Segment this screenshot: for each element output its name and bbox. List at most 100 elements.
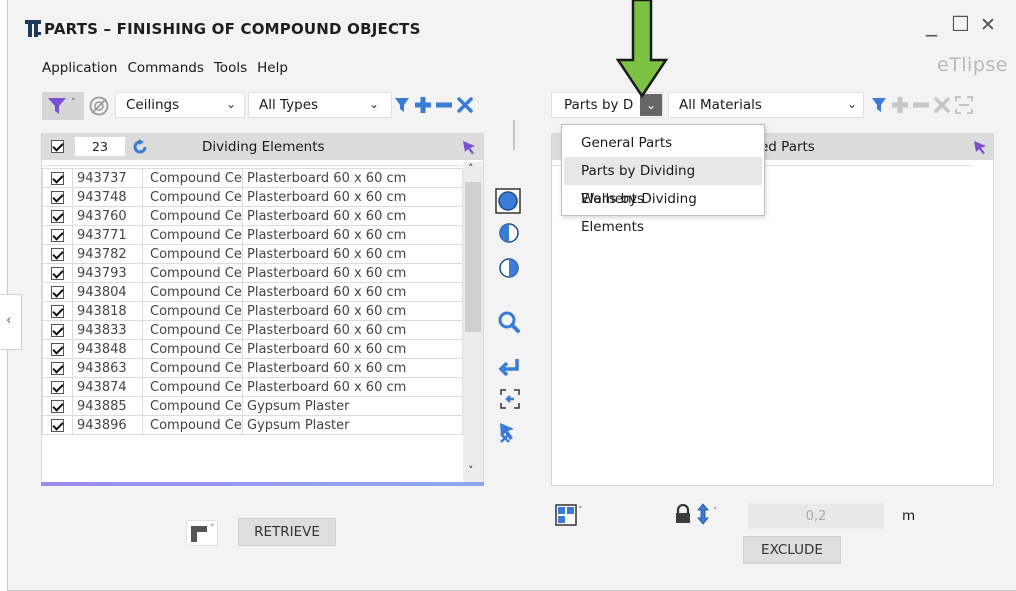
menu-tools[interactable]: Tools: [214, 60, 247, 76]
panel-header: 23 Dividing Elements: [42, 134, 483, 160]
row-checkbox-cell[interactable]: [42, 358, 73, 378]
filter-icon[interactable]: [394, 96, 410, 114]
row-material: Plasterboard 60 x 60 cm: [242, 168, 463, 188]
fit-selection-icon[interactable]: [499, 388, 521, 410]
row-checkbox-cell[interactable]: [42, 377, 73, 397]
select-pointer-icon[interactable]: [461, 139, 477, 155]
clear-icon[interactable]: [456, 96, 474, 114]
chevron-down-icon: ⌄: [225, 97, 236, 111]
add-icon[interactable]: [413, 95, 433, 115]
table-row[interactable]: 943760 Compound Cei Plasterboard 60 x 60 c…: [42, 206, 463, 226]
select-pointer-icon[interactable]: [972, 139, 988, 155]
zoom-icon[interactable]: [497, 310, 521, 334]
table-row[interactable]: 943818 Compound Cei Plasterboard 60 x 60 c…: [42, 301, 463, 321]
row-checkbox-cell[interactable]: [42, 320, 73, 340]
select-all-checkbox[interactable]: [51, 140, 64, 153]
row-checkbox-cell[interactable]: [42, 244, 73, 264]
row-checkbox-cell[interactable]: [42, 168, 73, 188]
row-checkbox[interactable]: [51, 209, 64, 223]
vertical-scrollbar[interactable]: ˄ ˅: [463, 162, 483, 483]
row-checkbox-cell[interactable]: [42, 225, 73, 245]
half-circle-right-icon[interactable]: [498, 257, 520, 279]
row-checkbox-cell[interactable]: [42, 187, 73, 207]
table-row[interactable]: 943737 Compound Cei Plasterboard 60 x 60 c…: [42, 168, 463, 188]
menu-commands[interactable]: Commands: [127, 60, 203, 76]
filter-icon[interactable]: [871, 96, 887, 114]
scroll-thumb[interactable]: [465, 182, 481, 332]
vertical-resize-icon[interactable]: [696, 502, 710, 526]
category-select[interactable]: Ceilings ⌄: [115, 92, 245, 118]
close-button[interactable]: ✕: [980, 14, 996, 36]
table-row[interactable]: 943848 Compound Cei Plasterboard 60 x 60 c…: [42, 339, 463, 359]
row-checkbox-cell[interactable]: [42, 415, 73, 435]
table-row[interactable]: 943833 Compound Cei Plasterboard 60 x 60 c…: [42, 320, 463, 340]
exclude-button[interactable]: EXCLUDE: [743, 536, 841, 564]
offset-value-field[interactable]: 0,2: [748, 503, 884, 529]
row-checkbox-cell[interactable]: [42, 282, 73, 302]
row-id: 943863: [72, 358, 143, 378]
refresh-icon[interactable]: [132, 139, 148, 155]
row-checkbox-cell[interactable]: [42, 263, 73, 283]
row-checkbox[interactable]: [51, 380, 64, 394]
enter-icon[interactable]: [498, 356, 522, 380]
row-checkbox[interactable]: [51, 304, 64, 318]
chevron-up-icon[interactable]: ˄: [713, 507, 718, 517]
option-general-parts[interactable]: General Parts: [564, 129, 762, 157]
table-row[interactable]: 943748 Compound Cei Plasterboard 60 x 60 c…: [42, 187, 463, 207]
no-filter-icon[interactable]: [88, 95, 110, 117]
grid-layout-button[interactable]: ˅: [553, 503, 585, 529]
filter-dropdown-button[interactable]: ˅: [42, 92, 84, 120]
scroll-up-icon[interactable]: ˄: [468, 162, 474, 175]
half-circle-left-icon[interactable]: [498, 222, 520, 244]
minimize-button[interactable]: _: [926, 12, 937, 37]
row-checkbox[interactable]: [51, 418, 64, 432]
menu-help[interactable]: Help: [257, 60, 288, 76]
row-id: 943885: [72, 396, 143, 416]
table-row[interactable]: 943863 Compound Cei Plasterboard 60 x 60 c…: [42, 358, 463, 378]
remove-icon[interactable]: [434, 100, 454, 110]
table-row[interactable]: 943782 Compound Cei Plasterboard 60 x 60 c…: [42, 244, 463, 264]
row-name: Compound Cei: [142, 282, 243, 302]
row-checkbox[interactable]: [51, 285, 64, 299]
grid-layout-icon: [555, 504, 577, 526]
row-checkbox[interactable]: [51, 190, 64, 204]
menu-application[interactable]: Application: [42, 60, 117, 76]
row-name: Compound Cei: [142, 206, 243, 226]
row-checkbox[interactable]: [51, 361, 64, 375]
deselect-pointer-icon[interactable]: [497, 420, 521, 444]
maximize-button[interactable]: ☐: [951, 12, 970, 36]
option-walls-by-dividing-elements[interactable]: Walls by Dividing Elements: [564, 185, 762, 235]
table-row[interactable]: 943771 Compound Cei Plasterboard 60 x 60 c…: [42, 225, 463, 245]
row-checkbox-cell[interactable]: [42, 339, 73, 359]
scroll-down-icon[interactable]: ˅: [468, 464, 474, 477]
table-row[interactable]: 943896 Compound Cei Gypsum Plaster: [42, 415, 463, 435]
table-row[interactable]: 943874 Compound Cei Plasterboard 60 x 60 c…: [42, 377, 463, 397]
table-row[interactable]: 943793 Compound Cei Plasterboard 60 x 60 c…: [42, 263, 463, 283]
row-checkbox[interactable]: [51, 399, 64, 413]
row-name: Compound Cei: [142, 301, 243, 321]
row-checkbox[interactable]: [51, 266, 64, 280]
table-row[interactable]: 943885 Compound Cei Gypsum Plaster: [42, 396, 463, 416]
material-select[interactable]: All Materials ⌄: [668, 92, 864, 118]
row-checkbox[interactable]: [51, 323, 64, 337]
row-material: Plasterboard 60 x 60 cm: [242, 320, 463, 340]
row-checkbox[interactable]: [51, 228, 64, 242]
type-select[interactable]: All Types ⌄: [248, 92, 392, 118]
select-all-circle-icon[interactable]: [495, 188, 521, 214]
row-checkbox[interactable]: [51, 171, 64, 185]
layout-select-button[interactable]: ˅: [186, 520, 218, 546]
row-checkbox[interactable]: [51, 342, 64, 356]
lock-icon[interactable]: [674, 504, 692, 524]
app-window: PARTS – FINISHING OF COMPOUND OBJECTS _ …: [1, 0, 1016, 591]
splitter-handle[interactable]: [513, 120, 515, 150]
option-parts-by-dividing-elements[interactable]: Parts by Dividing Elements: [564, 157, 762, 207]
row-checkbox-cell[interactable]: [42, 206, 73, 226]
elements-table: 943737 Compound Cei Plasterboard 60 x 60 c…: [42, 168, 463, 435]
row-checkbox-cell[interactable]: [42, 396, 73, 416]
side-collapse-tab[interactable]: ‹: [1, 294, 22, 350]
table-row[interactable]: 943804 Compound Cei Plasterboard 60 x 60 c…: [42, 282, 463, 302]
row-checkbox-cell[interactable]: [42, 301, 73, 321]
row-material: Plasterboard 60 x 60 cm: [242, 282, 463, 302]
retrieve-button[interactable]: RETRIEVE: [238, 518, 336, 546]
row-checkbox[interactable]: [51, 247, 64, 261]
